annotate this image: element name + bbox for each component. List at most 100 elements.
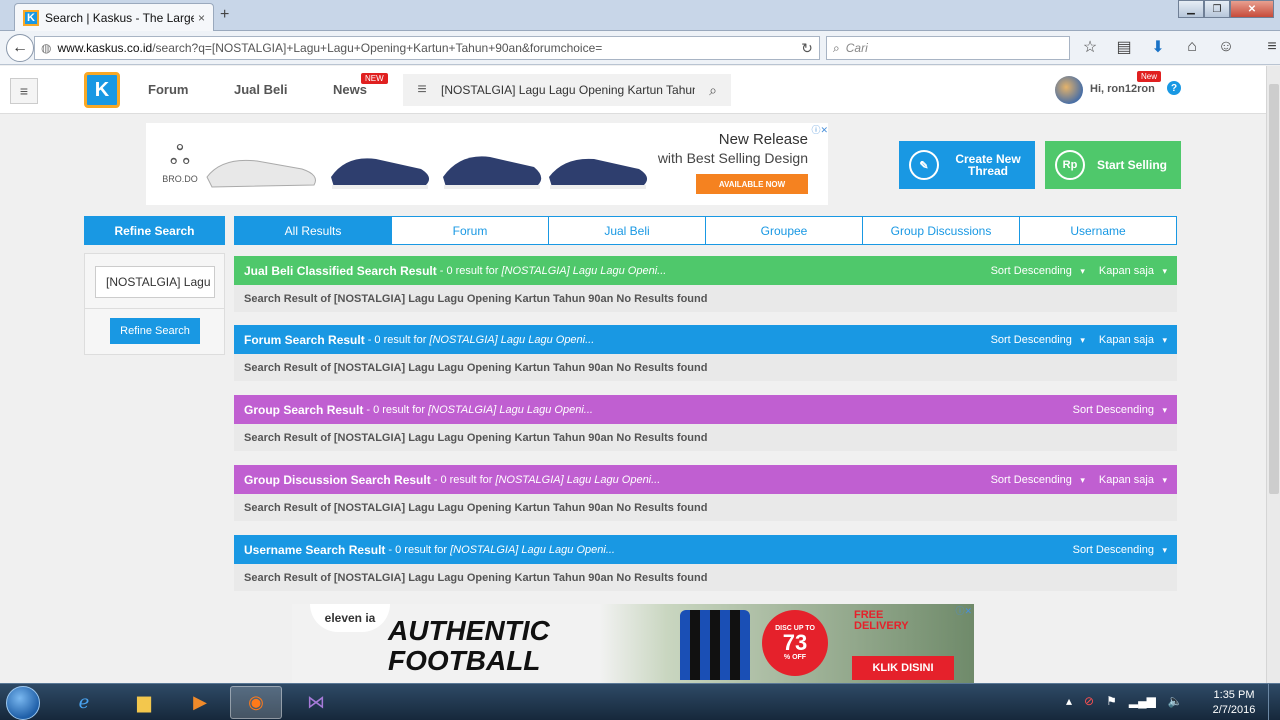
ad-close-icon[interactable]: ⓘ✕: [811, 123, 828, 136]
firefox-icon[interactable]: ◉: [230, 686, 282, 719]
search-category-menu-icon[interactable]: ≡: [403, 81, 441, 99]
menu-icon[interactable]: ≡: [1262, 37, 1280, 57]
address-bar[interactable]: ◍ www.kaskus.co.id/search?q=[NOSTALGIA]+…: [34, 36, 820, 60]
url-text[interactable]: www.kaskus.co.id/search?q=[NOSTALGIA]+La…: [57, 41, 795, 55]
window-controls: ▁ ❐ ✕: [1178, 0, 1274, 18]
ad-close-icon[interactable]: ⓘ✕: [955, 604, 972, 617]
site-search-input[interactable]: [NOSTALGIA] Lagu Lagu Opening Kartun Tah…: [441, 83, 695, 97]
site-search-bar[interactable]: ≡ [NOSTALGIA] Lagu Lagu Opening Kartun T…: [403, 74, 731, 106]
volume-icon[interactable]: 🔈: [1168, 694, 1183, 708]
sort-dropdown[interactable]: Sort Descending: [1073, 404, 1167, 416]
section-header: Group Search Result - 0 result for [NOST…: [234, 395, 1177, 424]
tab-all-results[interactable]: All Results: [235, 217, 391, 244]
maximize-icon[interactable]: ❐: [1204, 0, 1230, 18]
flag-icon[interactable]: ⚑: [1106, 694, 1117, 708]
elevenia-logo: eleven ia: [310, 604, 390, 632]
search-icon: ⌕: [833, 40, 840, 55]
sort-dropdown[interactable]: Sort Descending: [991, 265, 1085, 277]
ad-headline: AUTHENTIC FOOTBALL: [388, 615, 550, 676]
kaskus-logo[interactable]: K: [84, 72, 120, 108]
tab-groupee[interactable]: Groupee: [705, 217, 862, 244]
pencil-icon: ✎: [909, 150, 939, 180]
create-new-thread-button[interactable]: ✎ Create New Thread: [899, 141, 1035, 189]
time-dropdown[interactable]: Kapan saja: [1099, 334, 1167, 346]
tab-close-icon[interactable]: ×: [198, 11, 205, 25]
visual-studio-icon[interactable]: ⋈: [290, 686, 342, 719]
browser-toolbar-icons: ☆ ▤ ⬇ ⌂ ☺ ≡: [1080, 37, 1280, 57]
refine-search-button[interactable]: Refine Search: [110, 318, 200, 344]
browser-search-input[interactable]: ⌕ Cari: [826, 36, 1070, 60]
globe-icon: ◍: [41, 41, 52, 55]
ad-cta-button[interactable]: AVAILABLE NOW: [696, 174, 808, 194]
nav-forum[interactable]: Forum: [148, 82, 188, 97]
reload-icon[interactable]: ↻: [795, 40, 819, 57]
tray-expand-icon[interactable]: ▴: [1066, 694, 1072, 708]
news-new-badge: NEW: [361, 73, 388, 84]
user-greeting[interactable]: Hi, ron12ron: [1090, 83, 1155, 95]
refine-search-title: Refine Search: [84, 216, 225, 245]
close-window-icon[interactable]: ✕: [1230, 0, 1274, 18]
tab-jual-beli[interactable]: Jual Beli: [548, 217, 705, 244]
minimize-icon[interactable]: ▁: [1178, 0, 1204, 18]
start-button[interactable]: [6, 686, 40, 720]
media-player-icon[interactable]: ▶: [174, 686, 226, 719]
internet-explorer-icon[interactable]: ℯ: [58, 686, 110, 719]
signal-icon[interactable]: ▂▄▆: [1129, 694, 1156, 708]
page-content: ஃ BRO.DO New Release with Best Selling D…: [0, 115, 1266, 683]
time-dropdown[interactable]: Kapan saja: [1099, 265, 1167, 277]
antivirus-icon[interactable]: ⊘: [1084, 694, 1094, 708]
system-tray: ▴ ⊘ ⚑ ▂▄▆ 🔈: [1066, 694, 1183, 708]
nav-news[interactable]: News: [333, 82, 367, 97]
reading-list-icon[interactable]: ▤: [1114, 37, 1134, 57]
section-body: Search Result of [NOSTALGIA] Lagu Lagu O…: [234, 354, 1177, 381]
nav-jual-beli[interactable]: Jual Beli: [234, 82, 287, 97]
sort-dropdown[interactable]: Sort Descending: [991, 334, 1085, 346]
section-body: Search Result of [NOSTALGIA] Lagu Lagu O…: [234, 285, 1177, 312]
forum-results: Forum Search Result - 0 result for [NOST…: [234, 325, 1177, 381]
help-icon[interactable]: ?: [1167, 81, 1181, 95]
shoe-image-4: [549, 158, 648, 189]
page-scrollbar[interactable]: [1266, 66, 1280, 683]
system-clock[interactable]: 1:35 PM 2/7/2016: [1206, 688, 1262, 718]
chat-icon[interactable]: ☺: [1216, 37, 1236, 57]
tab-title: Search | Kaskus - The Large...: [45, 10, 194, 25]
search-icon[interactable]: ⌕: [695, 82, 731, 99]
tab-group-discussions[interactable]: Group Discussions: [862, 217, 1019, 244]
tab-forum[interactable]: Forum: [391, 217, 548, 244]
hamburger-menu-icon[interactable]: ≡: [10, 78, 38, 104]
rupiah-icon: Rp: [1055, 150, 1085, 180]
username-results: Username Search Result - 0 result for [N…: [234, 535, 1177, 591]
jersey-image: [680, 610, 750, 680]
browser-tab[interactable]: K Search | Kaskus - The Large... ×: [14, 3, 214, 31]
home-icon[interactable]: ⌂: [1182, 37, 1202, 57]
avatar[interactable]: [1055, 76, 1083, 104]
group-results: Group Search Result - 0 result for [NOST…: [234, 395, 1177, 451]
refine-search-input[interactable]: [NOSTALGIA] Lagu Lagu Opening Kartun Tah…: [95, 266, 215, 298]
section-header: Username Search Result - 0 result for [N…: [234, 535, 1177, 564]
brodo-logo: ஃ BRO.DO: [160, 141, 200, 184]
free-delivery-label: FREE DELIVERY: [854, 609, 909, 632]
scrollbar-thumb[interactable]: [1269, 84, 1279, 494]
tab-username[interactable]: Username: [1019, 217, 1176, 244]
divider: [85, 308, 224, 309]
download-icon[interactable]: ⬇: [1148, 37, 1168, 57]
section-body: Search Result of [NOSTALGIA] Lagu Lagu O…: [234, 494, 1177, 521]
new-tab-button[interactable]: +: [220, 6, 229, 24]
back-button[interactable]: ←: [6, 34, 34, 62]
time-dropdown[interactable]: Kapan saja: [1099, 474, 1167, 486]
bottom-ad-banner[interactable]: eleven ia AUTHENTIC FOOTBALL DISC UP TO …: [292, 604, 974, 683]
klik-disini-button[interactable]: KLIK DISINI: [852, 656, 954, 680]
sort-dropdown[interactable]: Sort Descending: [991, 474, 1085, 486]
sort-dropdown[interactable]: Sort Descending: [1073, 544, 1167, 556]
bookmark-star-icon[interactable]: ☆: [1080, 37, 1100, 57]
search-placeholder: Cari: [845, 41, 868, 55]
top-ad-banner[interactable]: ஃ BRO.DO New Release with Best Selling D…: [146, 123, 828, 205]
brodo-mark-icon: ஃ: [169, 141, 191, 171]
kaskus-favicon-icon: K: [23, 9, 39, 26]
show-desktop-button[interactable]: [1268, 684, 1280, 720]
start-selling-button[interactable]: Rp Start Selling: [1045, 141, 1181, 189]
section-body: Search Result of [NOSTALGIA] Lagu Lagu O…: [234, 424, 1177, 451]
group-discussion-results: Group Discussion Search Result - 0 resul…: [234, 465, 1177, 521]
result-tabs: All Results Forum Jual Beli Groupee Grou…: [234, 216, 1177, 245]
file-explorer-icon[interactable]: ▆: [118, 686, 170, 719]
